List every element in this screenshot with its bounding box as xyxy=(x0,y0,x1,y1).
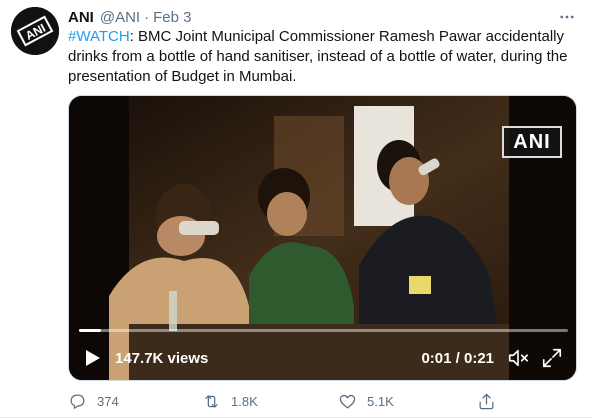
fullscreen-button[interactable] xyxy=(540,346,564,370)
share-icon xyxy=(479,393,494,409)
retweet-count: 1.8K xyxy=(231,393,258,409)
tweet-actions: 374 1.8K 5.1K xyxy=(68,389,498,413)
like-icon xyxy=(339,394,356,408)
video-controls: 147.7K views 0:01 / 0:21 xyxy=(69,340,576,376)
retweet-button[interactable]: 1.8K xyxy=(202,389,258,413)
ani-logo-icon: ANI xyxy=(11,7,59,55)
tweet-header: ANI @ANI · Feb 3 xyxy=(68,8,191,26)
fullscreen-icon xyxy=(542,348,562,368)
play-button[interactable] xyxy=(83,347,103,369)
view-count: 147.7K views xyxy=(115,350,209,367)
more-icon[interactable] xyxy=(557,8,577,26)
video-frame xyxy=(69,96,576,380)
share-button[interactable] xyxy=(477,389,496,413)
volume-mute-icon xyxy=(508,349,528,367)
separator-dot: · xyxy=(144,8,150,26)
reply-count: 374 xyxy=(97,393,119,409)
tweet-date[interactable]: Feb 3 xyxy=(153,9,191,26)
reply-button[interactable]: 374 xyxy=(68,389,119,413)
avatar[interactable]: ANI xyxy=(11,7,59,55)
play-icon xyxy=(86,350,100,366)
retweet-icon xyxy=(205,394,218,408)
like-button[interactable]: 5.1K xyxy=(338,389,394,413)
reply-icon xyxy=(70,394,85,409)
author-name[interactable]: ANI xyxy=(68,9,94,26)
tweet-text: #WATCH: BMC Joint Municipal Commissioner… xyxy=(68,27,583,87)
video-progress-bar[interactable] xyxy=(79,329,568,332)
video-player[interactable]: ANI 147.7K views 0:01 / 0:21 xyxy=(68,95,577,381)
video-time: 0:01 / 0:21 xyxy=(421,350,494,367)
tweet[interactable]: ANI ANI @ANI · Feb 3 #WATCH: BMC Joint M… xyxy=(0,0,593,418)
like-count: 5.1K xyxy=(367,393,394,409)
hashtag-link[interactable]: #WATCH xyxy=(68,28,130,45)
tweet-body: : BMC Joint Municipal Commissioner Rames… xyxy=(68,28,568,85)
author-handle[interactable]: @ANI xyxy=(100,9,140,26)
video-progress-fill xyxy=(79,329,101,332)
mute-button[interactable] xyxy=(506,346,530,370)
ani-watermark: ANI xyxy=(502,126,562,158)
